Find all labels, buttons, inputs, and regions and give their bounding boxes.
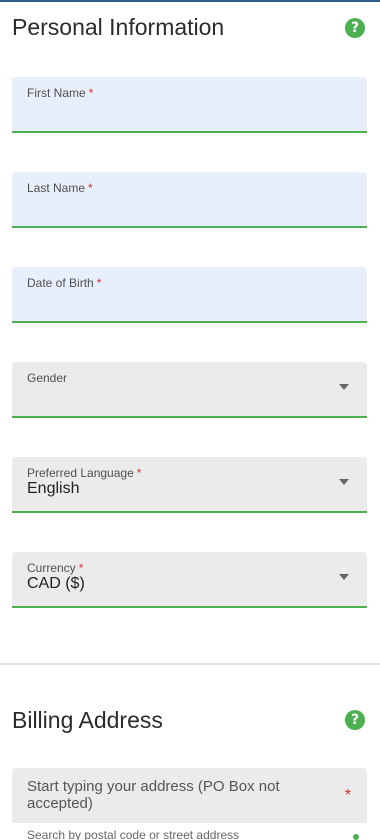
gender-label: Gender xyxy=(27,371,68,385)
chevron-down-icon xyxy=(339,479,349,485)
personal-information-title: Personal Information xyxy=(12,14,225,40)
preferred-language-label: Preferred Language * xyxy=(27,466,142,480)
date-of-birth-label: Date of Birth * xyxy=(27,276,102,290)
currency-select[interactable]: Currency * CAD ($) xyxy=(12,552,367,608)
last-name-field[interactable]: Last Name * xyxy=(12,172,367,228)
date-of-birth-field[interactable]: Date of Birth * xyxy=(12,267,367,323)
status-dot xyxy=(353,834,359,840)
required-marker: * xyxy=(136,466,142,480)
chevron-down-icon xyxy=(339,574,349,580)
preferred-language-value: English xyxy=(27,480,80,497)
last-name-label: Last Name * xyxy=(27,181,93,195)
first-name-label: First Name * xyxy=(27,86,94,100)
help-icon[interactable]: ? xyxy=(345,18,365,38)
section-divider xyxy=(0,663,380,665)
address-placeholder: Start typing your address (PO Box not ac… xyxy=(27,778,280,812)
address-search-input[interactable]: Start typing your address (PO Box not ac… xyxy=(12,768,367,823)
gender-select[interactable]: Gender xyxy=(12,362,367,418)
billing-address-title: Billing Address xyxy=(12,707,163,733)
required-marker: * xyxy=(78,561,84,575)
currency-value: CAD ($) xyxy=(27,575,85,592)
required-marker: * xyxy=(88,86,94,100)
currency-label: Currency * xyxy=(27,561,84,575)
top-border xyxy=(0,0,380,2)
required-marker: * xyxy=(96,276,102,290)
required-marker: * xyxy=(344,787,351,804)
chevron-down-icon xyxy=(339,384,349,390)
help-icon[interactable]: ? xyxy=(345,710,365,730)
first-name-field[interactable]: First Name * xyxy=(12,77,367,133)
address-hint: Search by postal code or street address xyxy=(27,828,240,840)
required-marker: * xyxy=(88,181,93,195)
preferred-language-select[interactable]: Preferred Language * English xyxy=(12,457,367,513)
